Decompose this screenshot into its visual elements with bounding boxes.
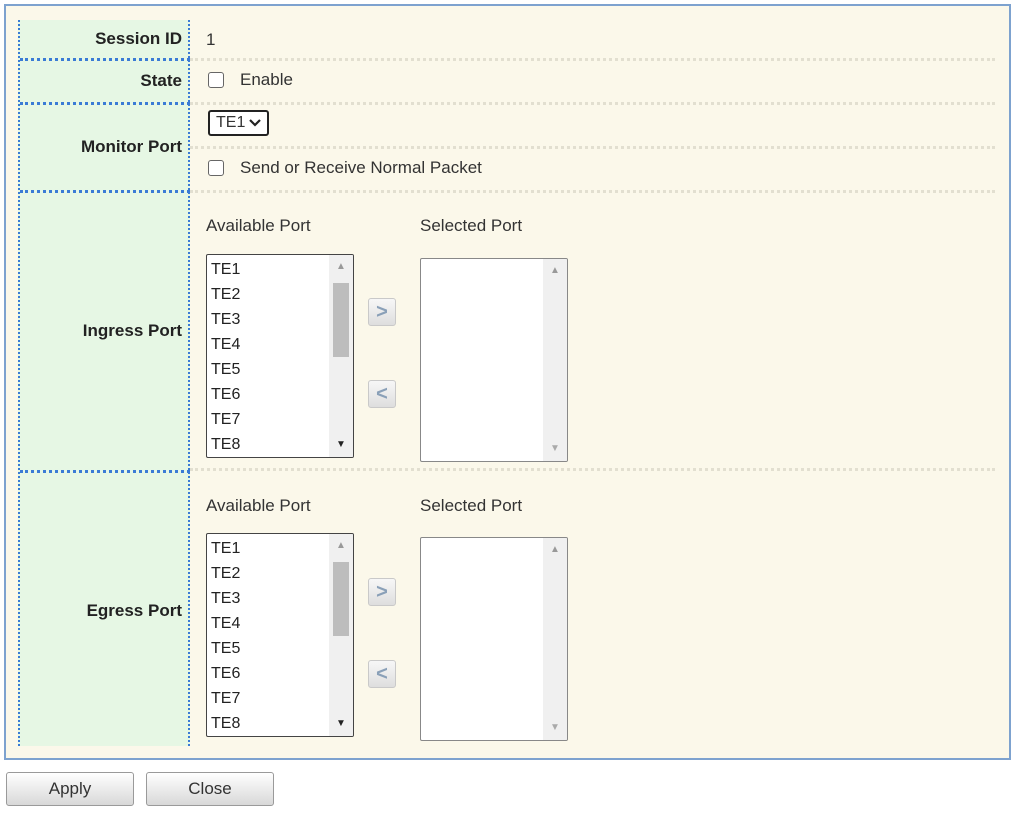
scroll-down-arrow-icon[interactable]: ▼ bbox=[543, 718, 567, 738]
ingress-remove-button[interactable]: < bbox=[368, 380, 396, 408]
egress-available-listbox[interactable]: TE1 TE2 TE3 TE4 TE5 TE6 TE7 TE8 ▲ ▼ bbox=[206, 533, 354, 737]
close-button[interactable]: Close bbox=[146, 772, 274, 806]
scroll-up-arrow-icon[interactable]: ▲ bbox=[543, 540, 567, 560]
ingress-add-button[interactable]: > bbox=[368, 298, 396, 326]
egress-port-label: Egress Port bbox=[86, 601, 182, 620]
ingress-available-header: Available Port bbox=[206, 216, 311, 235]
normal-packet-label: Send or Receive Normal Packet bbox=[240, 158, 482, 177]
egress-selected-listbox[interactable]: ▲ ▼ bbox=[420, 537, 568, 741]
scroll-up-arrow-icon[interactable]: ▲ bbox=[329, 257, 353, 277]
monitor-port-select[interactable]: TE1 bbox=[208, 110, 270, 136]
row-divider bbox=[190, 146, 995, 149]
scroll-up-arrow-icon[interactable]: ▲ bbox=[329, 536, 353, 556]
scroll-up-arrow-icon[interactable]: ▲ bbox=[543, 261, 567, 281]
monitor-port-label-cell: Monitor Port bbox=[20, 104, 188, 190]
ingress-available-listbox[interactable]: TE1 TE2 TE3 TE4 TE5 TE6 TE7 TE8 ▲ ▼ bbox=[206, 254, 354, 458]
egress-remove-button[interactable]: < bbox=[368, 660, 396, 688]
session-id-label: Session ID bbox=[95, 29, 182, 48]
scrollbar[interactable]: ▲ ▼ bbox=[543, 259, 567, 461]
row-divider bbox=[190, 58, 995, 61]
state-enable-checkbox[interactable] bbox=[208, 72, 224, 88]
label-column: Session ID State Monitor Port Ingress Po… bbox=[18, 20, 190, 746]
scroll-down-arrow-icon[interactable]: ▼ bbox=[329, 435, 353, 455]
session-id-value: 1 bbox=[206, 30, 216, 49]
row-divider bbox=[190, 102, 995, 105]
state-label-cell: State bbox=[20, 60, 188, 102]
egress-available-header: Available Port bbox=[206, 496, 311, 515]
scrollbar[interactable]: ▲ ▼ bbox=[329, 255, 353, 457]
scroll-down-arrow-icon[interactable]: ▼ bbox=[329, 714, 353, 734]
state-enable-label: Enable bbox=[240, 70, 293, 89]
egress-selected-header: Selected Port bbox=[420, 496, 523, 515]
port-mirror-form-panel: Session ID State Monitor Port Ingress Po… bbox=[4, 4, 1011, 760]
scroll-down-arrow-icon[interactable]: ▼ bbox=[543, 439, 567, 459]
row-divider bbox=[190, 190, 995, 193]
state-label: State bbox=[140, 71, 182, 90]
apply-button[interactable]: Apply bbox=[6, 772, 134, 806]
ingress-selected-listbox[interactable]: ▲ ▼ bbox=[420, 258, 568, 462]
ingress-selected-header: Selected Port bbox=[420, 216, 523, 235]
normal-packet-checkbox[interactable] bbox=[208, 160, 224, 176]
scrollbar[interactable]: ▲ ▼ bbox=[543, 538, 567, 740]
session-id-label-cell: Session ID bbox=[20, 20, 188, 58]
scrollbar-thumb[interactable] bbox=[333, 283, 349, 357]
egress-port-label-cell: Egress Port bbox=[20, 472, 188, 750]
monitor-port-selected-value: TE1 bbox=[216, 114, 246, 131]
scrollbar-thumb[interactable] bbox=[333, 562, 349, 636]
egress-add-button[interactable]: > bbox=[368, 578, 396, 606]
row-divider bbox=[190, 468, 995, 471]
scrollbar[interactable]: ▲ ▼ bbox=[329, 534, 353, 736]
ingress-port-label-cell: Ingress Port bbox=[20, 192, 188, 470]
chevron-down-icon bbox=[249, 119, 262, 127]
monitor-port-label: Monitor Port bbox=[80, 137, 182, 156]
ingress-port-label: Ingress Port bbox=[82, 321, 182, 340]
